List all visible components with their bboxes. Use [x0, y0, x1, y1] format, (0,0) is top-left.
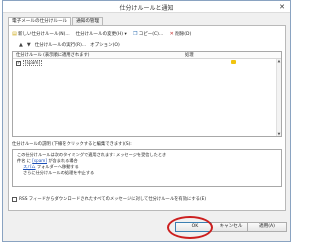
- rule-description-label: 仕分けルールの説明 (下線をクリックすると編集できます)(S):: [12, 142, 132, 147]
- close-button[interactable]: ✕: [277, 3, 287, 11]
- move-down-icon[interactable]: ▼: [27, 42, 31, 48]
- rule-row[interactable]: ✓ [spam]: [14, 60, 274, 66]
- spam-keyword-link[interactable]: [spam]: [32, 158, 47, 163]
- description-text: が含まれる場合: [47, 158, 78, 163]
- change-rule-button[interactable]: 仕分けルールの変更(H) ▾: [76, 31, 127, 37]
- email-rules-panel: ▤ 新しい仕分けルール(N)... 仕分けルールの変更(H) ▾ ❐ コピー(C…: [8, 25, 286, 211]
- rule-enabled-checkbox[interactable]: ✓: [16, 60, 21, 66]
- new-rule-button[interactable]: ▤ 新しい仕分けルール(N)...: [12, 31, 70, 37]
- description-line: さらに仕分けルールの処理を中止する: [17, 170, 277, 176]
- description-text: さらに仕分けルールの処理を中止する: [23, 170, 95, 175]
- ok-highlight-annotation: [167, 216, 213, 239]
- rss-option-label: RSS フィードからダウンロードされたすべてのメッセージに対して仕分けルールを有…: [19, 197, 207, 202]
- rule-column-header: 仕分けルール (表示順に適用されます): [16, 53, 90, 58]
- rules-toolbar-secondary: ▲ ▼ 仕分けルールの実行(R)... オプション(O): [19, 42, 120, 48]
- apply-button[interactable]: 適用(A): [247, 222, 287, 232]
- delete-label: 削除(D): [175, 32, 192, 37]
- new-rule-icon: ▤: [12, 30, 17, 37]
- move-up-icon[interactable]: ▲: [19, 42, 23, 48]
- rules-list-scrollbar[interactable]: ▲ ▼: [276, 59, 281, 136]
- description-text: 件名 に: [17, 158, 33, 163]
- delete-rule-button[interactable]: ✕ 削除(D): [169, 30, 192, 37]
- action-column-header: 処理: [185, 53, 194, 58]
- copy-icon: ❐: [133, 30, 138, 37]
- scroll-down-icon[interactable]: ▼: [277, 132, 281, 136]
- run-rules-button[interactable]: 仕分けルールの実行(R)...: [35, 42, 86, 48]
- rules-and-alerts-dialog: 仕分けルールと通知 ✕ 電子メールの仕分けルール 通知の管理 ▤ 新しい仕分けル…: [2, 0, 291, 242]
- rules-toolbar: ▤ 新しい仕分けルール(N)... 仕分けルールの変更(H) ▾ ❐ コピー(C…: [12, 31, 191, 37]
- rss-checkbox[interactable]: [12, 196, 17, 202]
- title-bar: 仕分けルールと通知 ✕: [3, 1, 290, 13]
- cancel-button[interactable]: キャンセル: [211, 222, 251, 232]
- folder-icon: [231, 60, 236, 64]
- tab-manage-alerts[interactable]: 通知の管理: [72, 17, 104, 25]
- options-button[interactable]: オプション(O): [90, 42, 120, 48]
- copy-rule-button[interactable]: ❐ コピー(C)...: [133, 31, 163, 37]
- rss-option-row: RSS フィードからダウンロードされたすべてのメッセージに対して仕分けルールを有…: [12, 196, 206, 202]
- tab-strip: 電子メールの仕分けルール 通知の管理: [8, 17, 104, 26]
- new-rule-label: 新しい仕分けルール(N)...: [18, 32, 70, 37]
- rule-description-box: この仕分けルールは次のタイミングで適用されます: メッセージを受信したとき 件名…: [12, 149, 282, 187]
- delete-icon: ✕: [169, 30, 174, 37]
- description-text: この仕分けルールは次のタイミングで適用されます: メッセージを受信したとき: [17, 152, 167, 157]
- rules-list-header: 仕分けルール (表示順に適用されます) 処理: [13, 52, 281, 59]
- copy-label: コピー(C)...: [138, 32, 164, 37]
- scroll-up-icon[interactable]: ▲: [277, 59, 281, 63]
- description-text: フォルダーへ移動する: [35, 164, 79, 169]
- rules-list[interactable]: 仕分けルール (表示順に適用されます) 処理 ✓ [spam] ▲ ▼: [12, 51, 282, 137]
- change-rule-label: 仕分けルールの変更(H) ▾: [75, 32, 127, 37]
- rule-name: [spam]: [23, 60, 43, 66]
- dialog-title: 仕分けルールと通知: [119, 5, 174, 12]
- spam-folder-link[interactable]: スパム: [23, 164, 36, 169]
